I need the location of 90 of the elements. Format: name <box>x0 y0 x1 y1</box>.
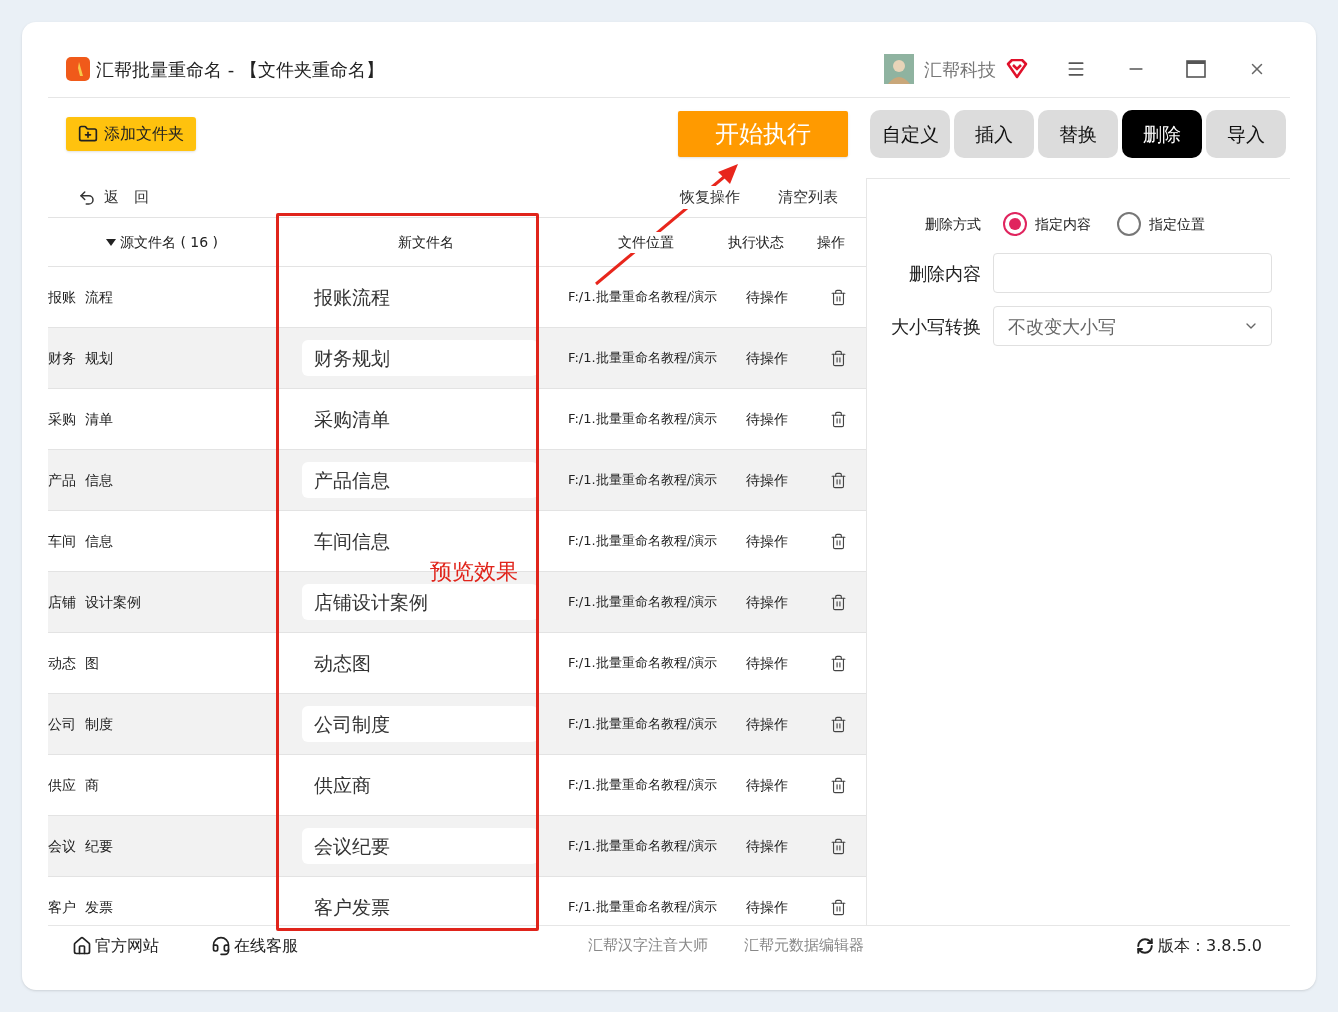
file-location: F:/1.批量重命名教程/演示 <box>568 593 718 612</box>
avatar-icon <box>884 54 914 84</box>
source-name: 公司 制度 <box>48 716 113 732</box>
file-location: F:/1.批量重命名教程/演示 <box>568 288 718 307</box>
field-label: 大小写转换 <box>890 314 981 339</box>
delete-icon[interactable] <box>830 471 847 489</box>
status-text: 待操作 <box>746 287 788 307</box>
status-text: 待操作 <box>746 592 788 612</box>
delete-icon[interactable] <box>830 410 847 428</box>
vip-icon <box>1006 59 1028 79</box>
status-text: 待操作 <box>746 470 788 490</box>
app-logo-icon <box>66 57 90 81</box>
radio-option[interactable]: 指定内容 <box>1003 212 1091 236</box>
user-name: 汇帮科技 <box>924 57 996 82</box>
file-location: F:/1.批量重命名教程/演示 <box>568 837 718 856</box>
status-text: 待操作 <box>746 897 788 917</box>
delete-icon[interactable] <box>830 715 847 733</box>
mode-tab[interactable]: 删除 <box>1122 110 1202 158</box>
status-text: 待操作 <box>746 409 788 429</box>
delete-icon[interactable] <box>830 898 847 916</box>
sort-icon[interactable] <box>105 238 116 246</box>
file-location: F:/1.批量重命名教程/演示 <box>568 349 718 368</box>
source-name: 店铺 设计案例 <box>48 594 141 610</box>
mode-tab[interactable]: 导入 <box>1206 110 1286 158</box>
status-text: 待操作 <box>746 714 788 734</box>
source-name: 供应 商 <box>48 777 99 793</box>
source-name: 动态 图 <box>48 655 99 671</box>
radio-option[interactable]: 指定位置 <box>1117 212 1205 236</box>
source-name: 财务 规划 <box>48 350 113 366</box>
file-location: F:/1.批量重命名教程/演示 <box>568 654 718 673</box>
status-text: 待操作 <box>746 531 788 551</box>
source-name: 采购 清单 <box>48 411 113 427</box>
status-text: 待操作 <box>746 836 788 856</box>
app-link[interactable]: 汇帮元数据编辑器 <box>744 934 864 957</box>
new-name-field[interactable]: 店铺设计案例 <box>302 584 538 620</box>
column-header: 文件位置 <box>618 231 674 253</box>
delete-icon[interactable] <box>830 532 847 550</box>
delete-icon[interactable] <box>830 593 847 611</box>
toolbar-action[interactable]: 恢复操作 <box>680 186 740 209</box>
case-dropdown[interactable]: 不改变大小写 <box>993 306 1272 346</box>
new-name-field[interactable]: 公司制度 <box>302 706 538 742</box>
field-label: 删除方式 <box>924 214 981 234</box>
new-name-field[interactable]: 会议纪要 <box>302 828 538 864</box>
file-location: F:/1.批量重命名教程/演示 <box>568 532 718 551</box>
source-name: 会议 纪要 <box>48 838 113 854</box>
maximize-icon[interactable] <box>1186 60 1206 78</box>
status-text: 待操作 <box>746 775 788 795</box>
source-name: 车间 信息 <box>48 533 113 549</box>
refresh-icon[interactable] <box>1136 936 1154 955</box>
file-location: F:/1.批量重命名教程/演示 <box>568 898 718 917</box>
undo-icon <box>78 188 96 207</box>
add-folder-button[interactable]: 添加文件夹 <box>66 117 196 151</box>
source-name: 客户 发票 <box>48 899 113 915</box>
mode-tab[interactable]: 自定义 <box>870 110 950 158</box>
delete-icon[interactable] <box>830 349 847 367</box>
menu-icon[interactable] <box>1066 59 1086 79</box>
column-header: 执行状态 <box>728 232 784 252</box>
delete-icon[interactable] <box>830 776 847 794</box>
headset-icon <box>211 935 231 956</box>
status-text: 待操作 <box>746 653 788 673</box>
new-name-field[interactable]: 产品信息 <box>302 462 538 498</box>
footer-link[interactable]: 在线客服 <box>211 933 298 958</box>
app-link[interactable]: 汇帮汉字注音大师 <box>588 934 708 957</box>
delete-icon[interactable] <box>830 288 847 306</box>
home-icon <box>72 935 92 956</box>
file-location: F:/1.批量重命名教程/演示 <box>568 471 718 490</box>
delete-icon[interactable] <box>830 837 847 855</box>
status-text: 待操作 <box>746 348 788 368</box>
delete-icon[interactable] <box>830 654 847 672</box>
mode-tab[interactable]: 替换 <box>1038 110 1118 158</box>
column-header: 新文件名 <box>398 232 454 252</box>
field-label: 删除内容 <box>908 261 981 286</box>
new-name-field[interactable]: 财务规划 <box>302 340 538 376</box>
column-header: 操作 <box>817 232 845 252</box>
folder-plus-icon <box>78 124 98 144</box>
mode-tab[interactable]: 插入 <box>954 110 1034 158</box>
radio-icon[interactable] <box>1003 212 1027 236</box>
delete-content-field[interactable] <box>993 253 1272 293</box>
footer-link[interactable]: 官方网站 <box>72 933 159 958</box>
annotation-label: 预览效果 <box>430 560 518 583</box>
window-title: 汇帮批量重命名 - 【文件夹重命名】 <box>96 57 384 82</box>
radio-icon[interactable] <box>1117 212 1141 236</box>
source-name: 报账 流程 <box>48 289 113 305</box>
column-header: 源文件名 ( 16 ) <box>119 232 219 252</box>
file-location: F:/1.批量重命名教程/演示 <box>568 776 718 795</box>
version-text: 版本：3.8.5.0 <box>1158 934 1262 957</box>
source-name: 产品 信息 <box>48 472 113 488</box>
file-location: F:/1.批量重命名教程/演示 <box>568 410 718 429</box>
file-location: F:/1.批量重命名教程/演示 <box>568 715 718 734</box>
back-button[interactable]: 返 回 <box>78 186 149 209</box>
